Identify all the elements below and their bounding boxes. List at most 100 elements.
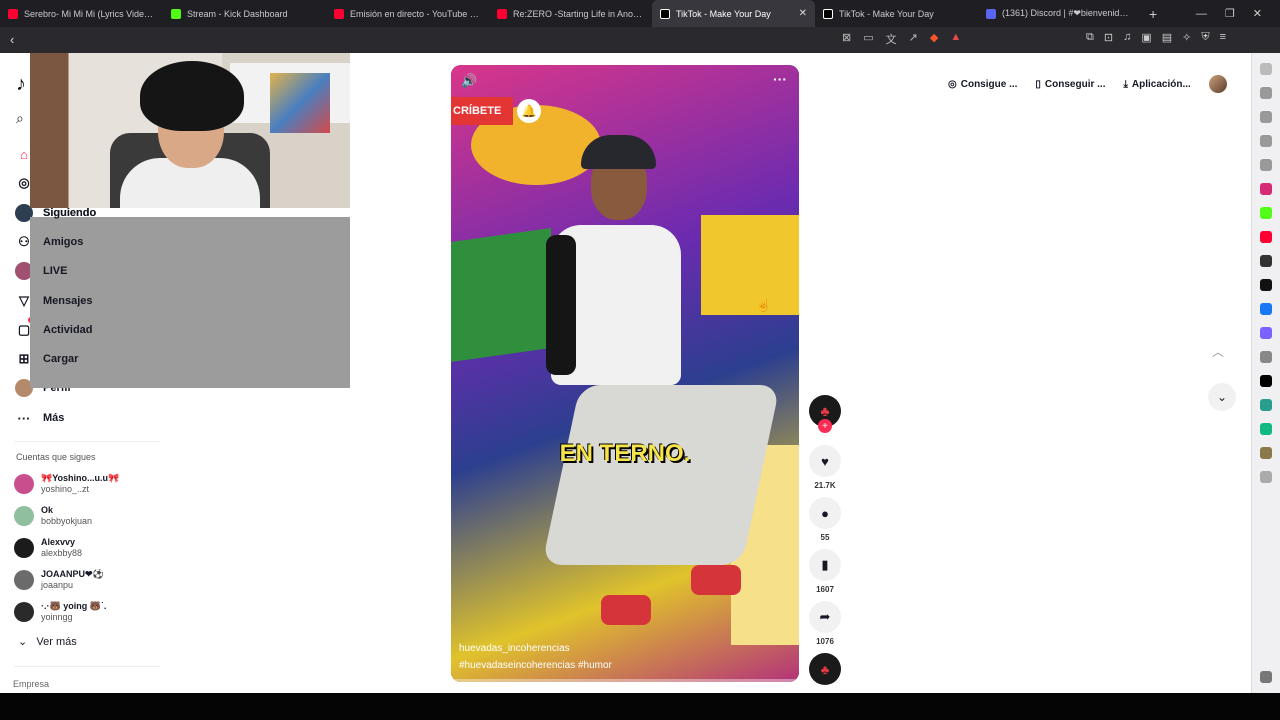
new-tab-button[interactable]: +: [1149, 6, 1157, 22]
video-progress-bar[interactable]: [451, 679, 799, 682]
download-app-button[interactable]: ⤓ Aplicación...: [1123, 79, 1190, 90]
share-button[interactable]: ➦: [809, 601, 841, 633]
screenshot-icon[interactable]: ⊡: [1104, 31, 1113, 44]
download-icon: ⤓: [1123, 78, 1128, 90]
minimize-icon[interactable]: —: [1196, 8, 1207, 20]
video-author[interactable]: huevadas_incoherencias: [459, 643, 570, 654]
tiktok-logo[interactable]: ♪: [16, 73, 26, 96]
tab-serebro[interactable]: Serebro- Mi Mi Mi (Lyrics Video) - Yo: [0, 0, 163, 27]
facebook-icon[interactable]: [1260, 303, 1272, 315]
translate-icon[interactable]: 文: [886, 31, 897, 47]
webcam-poster: [270, 73, 330, 133]
music-icon[interactable]: ♫: [1123, 31, 1131, 44]
bell-icon: 🔔: [517, 99, 541, 123]
follow-plus-icon[interactable]: +: [818, 419, 832, 433]
video-player[interactable]: 🔊 ··· CRÍBETE 🔔 EN TERNO. huevadas_incoh…: [451, 65, 799, 682]
avatar: [14, 602, 34, 622]
get-app-button[interactable]: ▯ Conseguir ...: [1035, 79, 1105, 90]
shield-icon[interactable]: ◆: [930, 31, 938, 47]
sidebar-app-icon[interactable]: [1260, 399, 1272, 411]
wallet-icon[interactable]: ▤: [1162, 31, 1172, 44]
rewards-icon[interactable]: ▲: [950, 31, 961, 47]
menu-icon[interactable]: ≡: [1220, 31, 1226, 44]
sidebar-item-live-overlay-label: LIVE: [43, 265, 68, 277]
gear-icon[interactable]: [1260, 671, 1272, 683]
user-avatar[interactable]: [1208, 75, 1227, 93]
share-count: 1076: [816, 637, 834, 646]
video-person: [691, 565, 741, 595]
close-tab-icon[interactable]: ✕: [799, 8, 807, 19]
sidebar-app-icon[interactable]: [1260, 111, 1272, 123]
tab-tiktok[interactable]: TikTok - Make Your Day: [815, 0, 978, 27]
youtube-icon[interactable]: [1260, 231, 1272, 243]
video-decoration: [451, 227, 551, 363]
sidebar-app-icon[interactable]: [1260, 87, 1272, 99]
volume-icon[interactable]: 🔊: [461, 73, 477, 89]
video-person: [541, 385, 781, 565]
more-icon: ···: [17, 410, 31, 426]
close-window-icon[interactable]: ✕: [1253, 7, 1262, 20]
save-count: 1607: [816, 585, 834, 594]
sidebar-app-icon[interactable]: [1260, 351, 1272, 363]
extension-icon[interactable]: ⧉: [1086, 31, 1094, 44]
more-options-icon[interactable]: ···: [773, 71, 787, 87]
avatar: [14, 474, 34, 494]
sidebar-app-icon[interactable]: [1260, 255, 1272, 267]
video-hashtags[interactable]: #huevadaseincoherencias #humor: [459, 660, 612, 671]
like-button[interactable]: ♥: [809, 445, 841, 477]
sidebar-item-following-overlay-label: Siguiendo: [43, 207, 97, 219]
bookmark-icon: ▮: [821, 557, 829, 572]
ai-icon[interactable]: ✧: [1182, 31, 1191, 44]
see-more-button[interactable]: ⌄ Ver más: [18, 635, 77, 648]
tab-discord[interactable]: (1361) Discord | #❤bienvenido✌ | E: [978, 0, 1141, 27]
tab-youtube-studio[interactable]: Emisión en directo - YouTube Studio: [326, 0, 489, 27]
instagram-icon[interactable]: [1260, 183, 1272, 195]
back-icon[interactable]: ‹: [10, 32, 14, 47]
tiktok-icon: [823, 8, 833, 19]
video-decoration: [701, 215, 799, 315]
discord-icon: [986, 8, 996, 19]
youtube-icon: [497, 8, 507, 19]
sidebar-app-icon[interactable]: [1260, 135, 1272, 147]
tab-rezero[interactable]: Re:ZERO -Starting Life in Another W: [489, 0, 652, 27]
tab-tiktok-active[interactable]: TikTok - Make Your Day ✕: [652, 0, 815, 27]
maximize-icon[interactable]: ❐: [1225, 7, 1235, 20]
sidebar-app-icon[interactable]: [1260, 423, 1272, 435]
chevron-up-icon[interactable]: ︿: [1212, 343, 1224, 360]
sidebar-app-icon[interactable]: [1260, 63, 1272, 75]
x-icon[interactable]: [1260, 279, 1272, 291]
search-icon[interactable]: ⌕: [16, 110, 24, 127]
following-account[interactable]: 🎀Yoshino...u.u🎀 yoshino_..zt: [14, 470, 119, 498]
following-account[interactable]: ·.·🐻 yoing 🐻˙. yoinngg: [14, 598, 106, 626]
get-coins-button[interactable]: ◎ Consigue ...: [948, 79, 1017, 90]
share-icon[interactable]: ↗: [909, 31, 918, 47]
music-disc-icon[interactable]: ♣: [809, 653, 841, 685]
save-button[interactable]: ▮: [809, 549, 841, 581]
tab-kick[interactable]: Stream - Kick Dashboard: [163, 0, 326, 27]
sidebar-item-more[interactable]: ··· Más: [14, 406, 65, 430]
following-account[interactable]: Alexvvy alexbby88: [14, 534, 82, 562]
sidebar-icon[interactable]: ▣: [1141, 31, 1151, 44]
chevron-down-icon: ⌄: [1216, 390, 1228, 404]
cast-icon[interactable]: ▭: [863, 31, 873, 47]
tiktok-icon[interactable]: [1260, 375, 1272, 387]
following-account[interactable]: Ok bobbyokjuan: [14, 502, 92, 530]
coin-icon: ◎: [948, 78, 957, 90]
comment-icon: ●: [821, 505, 829, 521]
sidebar-app-icon[interactable]: [1260, 447, 1272, 459]
subscribe-banner: CRÍBETE: [451, 97, 513, 125]
add-icon[interactable]: [1260, 471, 1272, 483]
kick-icon: [171, 8, 181, 19]
sidebar-app-icon[interactable]: [1260, 159, 1272, 171]
footer-company-link[interactable]: Empresa: [13, 679, 49, 689]
youtube-icon: [334, 8, 344, 19]
comment-button[interactable]: ●: [809, 497, 841, 529]
sidebar-app-icon[interactable]: [1260, 327, 1272, 339]
following-account[interactable]: JOAANPU❤⚽ joaanpu: [14, 566, 104, 594]
video-person: [546, 235, 576, 375]
vpn-icon[interactable]: ⛨: [1201, 31, 1209, 44]
reader-icon[interactable]: ⊠: [842, 31, 851, 47]
video-person: [601, 595, 651, 625]
next-video-button[interactable]: ⌄: [1208, 383, 1236, 411]
kick-icon[interactable]: [1260, 207, 1272, 219]
